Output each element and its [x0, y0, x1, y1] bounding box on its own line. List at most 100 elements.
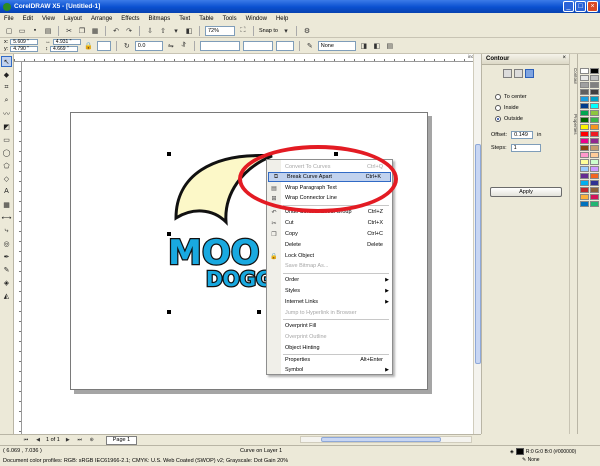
vertical-ruler[interactable] — [14, 62, 22, 434]
arrowhead-select[interactable] — [275, 40, 294, 51]
line-style-select[interactable] — [242, 40, 273, 51]
color-swatch[interactable] — [590, 89, 599, 95]
color-swatch[interactable] — [590, 145, 599, 151]
menu-help[interactable]: Help — [276, 16, 288, 22]
width-field[interactable]: 4.931 " — [52, 39, 81, 45]
smart-fill-tool-icon[interactable]: ◩ — [1, 121, 12, 132]
radio-button[interactable] — [495, 94, 501, 100]
freehand-tool-icon[interactable]: 〰 — [1, 108, 12, 119]
color-swatch[interactable] — [590, 159, 599, 165]
outline-info[interactable]: ✎ None — [522, 457, 540, 463]
fill-info[interactable]: ◈ R:0 G:0 B:0 (#000000) — [510, 448, 576, 455]
ellipse-tool-icon[interactable]: ◯ — [1, 147, 12, 158]
export-icon[interactable]: ⇧ — [158, 26, 168, 36]
menu-item-cut[interactable]: ✂ Cut Ctrl+X — [267, 218, 392, 228]
menu-item-properties[interactable]: Properties Alt+Enter — [267, 355, 392, 365]
color-swatch[interactable] — [590, 194, 599, 200]
menu-item-styles[interactable]: Styles ▶ — [267, 286, 392, 296]
connector-tool-icon[interactable]: ⤷ — [1, 225, 12, 236]
color-swatch[interactable] — [580, 152, 589, 158]
menu-item-order[interactable]: Order ▶ — [267, 275, 392, 285]
menu-edit[interactable]: Edit — [23, 16, 33, 22]
horizontal-ruler[interactable] — [14, 54, 480, 62]
color-swatch[interactable] — [590, 180, 599, 186]
color-profile-info[interactable]: Document color profiles: RGB: sRGB IEC61… — [3, 458, 288, 464]
radio-to-center[interactable]: To center — [495, 94, 527, 100]
drawing-canvas[interactable]: MOO DOGG — [22, 62, 473, 434]
color-swatch[interactable] — [580, 159, 589, 165]
menu-item-internet-links[interactable]: Internet Links ▶ — [267, 297, 392, 307]
menu-arrange[interactable]: Arrange — [91, 16, 112, 22]
color-swatch[interactable] — [580, 117, 589, 123]
color-swatch[interactable] — [580, 96, 589, 102]
color-swatch[interactable] — [590, 138, 599, 144]
menu-item-lock-object[interactable]: 🔒 Lock Object — [267, 251, 392, 261]
rectangle-tool-icon[interactable]: ▭ — [1, 134, 12, 145]
menu-effects[interactable]: Effects — [121, 16, 139, 22]
lock-ratio-icon[interactable]: 🔒 — [84, 41, 94, 51]
color-swatch[interactable] — [590, 103, 599, 109]
color-swatch[interactable] — [590, 152, 599, 158]
color-swatch[interactable] — [580, 89, 589, 95]
color-swatch[interactable] — [580, 166, 589, 172]
outline-pen-icon[interactable]: ✎ — [305, 41, 315, 51]
menu-item-save-bitmap-as[interactable]: Save Bitmap As... — [267, 261, 392, 271]
radio-button-selected[interactable] — [495, 116, 501, 122]
color-swatch[interactable] — [590, 75, 599, 81]
steps-input[interactable]: 1 — [510, 144, 541, 152]
color-swatch[interactable] — [580, 145, 589, 151]
vertical-scrollbar[interactable] — [473, 54, 481, 434]
menu-file[interactable]: File — [4, 16, 14, 22]
color-swatch[interactable] — [580, 131, 589, 137]
menu-item-delete[interactable]: Delete Delete — [267, 240, 392, 250]
menu-window[interactable]: Window — [246, 16, 267, 22]
color-swatch[interactable] — [580, 138, 589, 144]
color-swatch[interactable] — [580, 75, 589, 81]
mirror-vertical-icon[interactable]: ⥯ — [179, 41, 189, 51]
copy-icon[interactable]: ❐ — [77, 26, 87, 36]
import-icon[interactable]: ⇩ — [145, 26, 155, 36]
color-swatch[interactable] — [580, 82, 589, 88]
contour-color-mode-icon[interactable] — [514, 69, 523, 78]
first-page-icon[interactable]: ⏮ — [22, 436, 30, 444]
selection-handle[interactable] — [167, 310, 171, 314]
basic-shapes-tool-icon[interactable]: ◇ — [1, 173, 12, 184]
mirror-horizontal-icon[interactable]: ⇋ — [166, 41, 176, 51]
color-swatch[interactable] — [590, 110, 599, 116]
menu-item-overprint-outline[interactable]: Overprint Outline — [267, 332, 392, 342]
radio-outside[interactable]: Outside — [495, 116, 523, 122]
eyedropper-tool-icon[interactable]: ✒ — [1, 251, 12, 262]
table-tool-icon[interactable]: ▦ — [1, 199, 12, 210]
color-swatch[interactable] — [590, 131, 599, 137]
color-swatch[interactable] — [580, 194, 589, 200]
menu-item-jump-to-hyperlink[interactable]: Jump to Hyperlink in Browser — [267, 308, 392, 318]
color-swatch[interactable] — [580, 124, 589, 130]
zoom-tool-icon[interactable]: ⌕ — [1, 95, 12, 106]
options-gear-icon[interactable]: ⚙ — [302, 26, 312, 36]
color-swatch[interactable] — [590, 187, 599, 193]
page-tab[interactable]: Page 1 — [105, 435, 138, 445]
add-page-icon[interactable]: ⊕ — [88, 436, 96, 444]
next-page-icon[interactable]: ▶ — [64, 436, 72, 444]
fill-tool-icon[interactable]: ◈ — [1, 277, 12, 288]
y-position-field[interactable]: 4.790 " — [10, 46, 39, 52]
outline-tool-icon[interactable]: ✎ — [1, 264, 12, 275]
snap-to-menu[interactable]: Snap to — [259, 28, 278, 34]
menu-table[interactable]: Table — [199, 16, 213, 22]
crop-tool-icon[interactable]: ⌗ — [1, 82, 12, 93]
print-icon[interactable]: ▤ — [43, 26, 53, 36]
menu-item-object-hinting[interactable]: Object Hinting — [267, 343, 392, 353]
menu-item-copy[interactable]: ❐ Copy Ctrl+C — [267, 229, 392, 239]
polygon-tool-icon[interactable]: ⬠ — [1, 160, 12, 171]
cut-icon[interactable]: ✂ — [64, 26, 74, 36]
menu-view[interactable]: View — [42, 16, 55, 22]
new-document-icon[interactable]: ▢ — [4, 26, 14, 36]
color-swatch[interactable] — [590, 124, 599, 130]
app-launcher-icon[interactable]: ▾ — [171, 26, 181, 36]
outline-width-select[interactable]: None — [317, 40, 356, 51]
last-page-icon[interactable]: ⏭ — [76, 436, 84, 444]
color-swatch[interactable] — [580, 68, 589, 74]
nib-shape-select[interactable] — [199, 40, 240, 51]
menu-text[interactable]: Text — [179, 16, 190, 22]
to-front-icon[interactable]: ◨ — [359, 41, 369, 51]
